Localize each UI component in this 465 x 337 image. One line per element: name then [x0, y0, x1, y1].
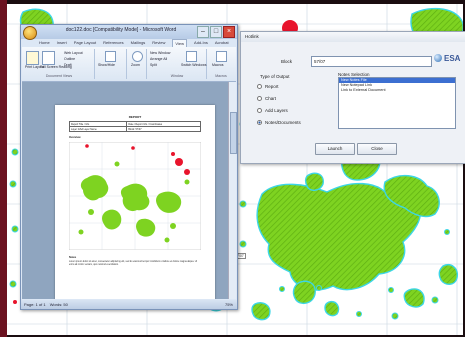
close-button[interactable]: Close: [357, 143, 397, 155]
frame-border: [0, 0, 7, 337]
radio-icon: [257, 96, 262, 101]
group-zoom: Zoom: [128, 49, 147, 79]
radio-label: Notes/Documents: [265, 120, 301, 125]
embedded-map-image: [69, 142, 201, 250]
macros-icon[interactable]: [216, 51, 227, 62]
notes-paragraph: Lorem ipsum dolor sit amet, consectetur …: [69, 261, 198, 266]
group-macros: Macros Macros: [208, 49, 234, 79]
radio-report[interactable]: Report: [257, 84, 279, 89]
tab-acrobat[interactable]: Acrobat: [215, 39, 229, 47]
zoom-button[interactable]: Zoom: [131, 63, 140, 67]
group-label-macros: Macros: [215, 74, 227, 78]
group-document-views: Print Layout Full Screen Reading Web Lay…: [24, 49, 95, 79]
radio-icon: [257, 108, 262, 113]
page-count: Page: 1 of 1: [24, 302, 46, 307]
full-screen-icon[interactable]: [42, 51, 55, 65]
notes-listbox[interactable]: New Notes File New Notepad Link Link to …: [338, 77, 456, 129]
zoom-level[interactable]: 75%: [225, 300, 233, 309]
radio-label: Add Layers: [265, 108, 288, 113]
split-button[interactable]: Split: [150, 63, 157, 67]
radio-label: Report: [265, 84, 279, 89]
report-title: REPORT: [128, 115, 142, 119]
web-layout-button[interactable]: Web Layout: [64, 51, 83, 55]
maximize-icon[interactable]: □: [210, 26, 222, 38]
print-layout-icon[interactable]: [26, 51, 39, 65]
show-hide-button[interactable]: Show/Hide: [98, 63, 115, 67]
dialog-title: Hotlink: [241, 32, 465, 42]
tab-review[interactable]: Review: [152, 39, 165, 47]
tab-add-ins[interactable]: Add-Ins: [194, 39, 208, 47]
window-title: doc122.doc [Compatibility Mode] - Micros…: [65, 27, 177, 33]
draft-button[interactable]: Draft: [64, 63, 72, 67]
radio-label: Chart: [265, 96, 277, 101]
radio-icon: [257, 120, 262, 125]
ribbon-tabs: Home Insert Page Layout References Maili…: [39, 39, 229, 47]
tab-references[interactable]: References: [103, 39, 123, 47]
show-hide-icon[interactable]: [105, 51, 116, 62]
report-header-table: Report Title / Info Date / Report Info /…: [68, 121, 201, 132]
word-count: Words: 50: [49, 302, 68, 307]
tab-view[interactable]: View: [172, 39, 188, 47]
minimize-icon[interactable]: –: [197, 26, 209, 38]
word-titlebar[interactable]: doc122.doc [Compatibility Mode] - Micros…: [21, 25, 237, 40]
scroll-thumb[interactable]: [230, 112, 237, 154]
table-cell: Block: 57/07: [126, 126, 201, 132]
tab-page-layout[interactable]: Page Layout: [74, 39, 96, 47]
switch-windows-button[interactable]: Switch Windows: [181, 63, 206, 67]
vertical-scrollbar[interactable]: [228, 82, 237, 299]
table-cell: Layer: ESA Layer Name: [68, 126, 128, 132]
document-page[interactable]: REPORT Report Title / Info Date / Report…: [55, 105, 215, 299]
group-label-views: Document Views: [45, 74, 73, 78]
arrange-all-button[interactable]: Arrange All: [150, 57, 167, 61]
zoom-icon[interactable]: [132, 51, 143, 62]
hotlink-dialog[interactable]: Hotlink Block 57/07 ESA Type of Output R…: [240, 31, 465, 164]
new-window-button[interactable]: New Window: [150, 51, 170, 55]
outline-button[interactable]: Outline: [64, 57, 75, 61]
close-icon[interactable]: ×: [223, 26, 235, 38]
block-field[interactable]: 57/07: [311, 56, 432, 67]
group-window: New Window Arrange All Split Switch Wind…: [148, 49, 207, 79]
overview-heading: Overview: [69, 136, 81, 139]
ribbon: Print Layout Full Screen Reading Web Lay…: [22, 47, 236, 82]
tab-mailings[interactable]: Mailings: [131, 39, 146, 47]
radio-icon: [257, 84, 262, 89]
tab-home[interactable]: Home: [39, 39, 50, 47]
group-show-hide: Show/Hide: [96, 49, 127, 79]
office-button-icon[interactable]: [23, 26, 37, 40]
launch-button[interactable]: Launch: [315, 143, 355, 155]
esa-logo-text: ESA: [444, 54, 461, 63]
document-area[interactable]: REPORT Report Title / Info Date / Report…: [22, 82, 228, 299]
habitat-w4: [304, 172, 324, 191]
habitat-e2: [438, 264, 458, 285]
globe-icon: [434, 54, 442, 62]
tab-insert[interactable]: Insert: [57, 39, 67, 47]
switch-windows-icon[interactable]: [186, 51, 197, 62]
radio-chart[interactable]: Chart: [257, 96, 276, 101]
group-label-window: Window: [170, 74, 184, 78]
radio-add-layers[interactable]: Add Layers: [257, 108, 288, 113]
notes-heading: Notes: [69, 256, 77, 259]
habitat-s3: [324, 300, 340, 317]
list-item[interactable]: Link to External Document: [339, 88, 455, 93]
output-group-label: Type of Output: [260, 74, 290, 79]
macros-button[interactable]: Macros: [212, 63, 223, 67]
block-label: Block: [281, 59, 293, 64]
radio-notes-documents[interactable]: Notes/Documents: [257, 120, 301, 125]
status-bar: Page: 1 of 1 Words: 50 75%: [21, 300, 237, 309]
habitat-w3: [251, 302, 271, 321]
esa-logo: ESA: [434, 54, 460, 63]
habitat-s2: [403, 288, 425, 308]
habitat-south: [292, 280, 316, 305]
word-window[interactable]: doc122.doc [Compatibility Mode] - Micros…: [20, 24, 238, 310]
